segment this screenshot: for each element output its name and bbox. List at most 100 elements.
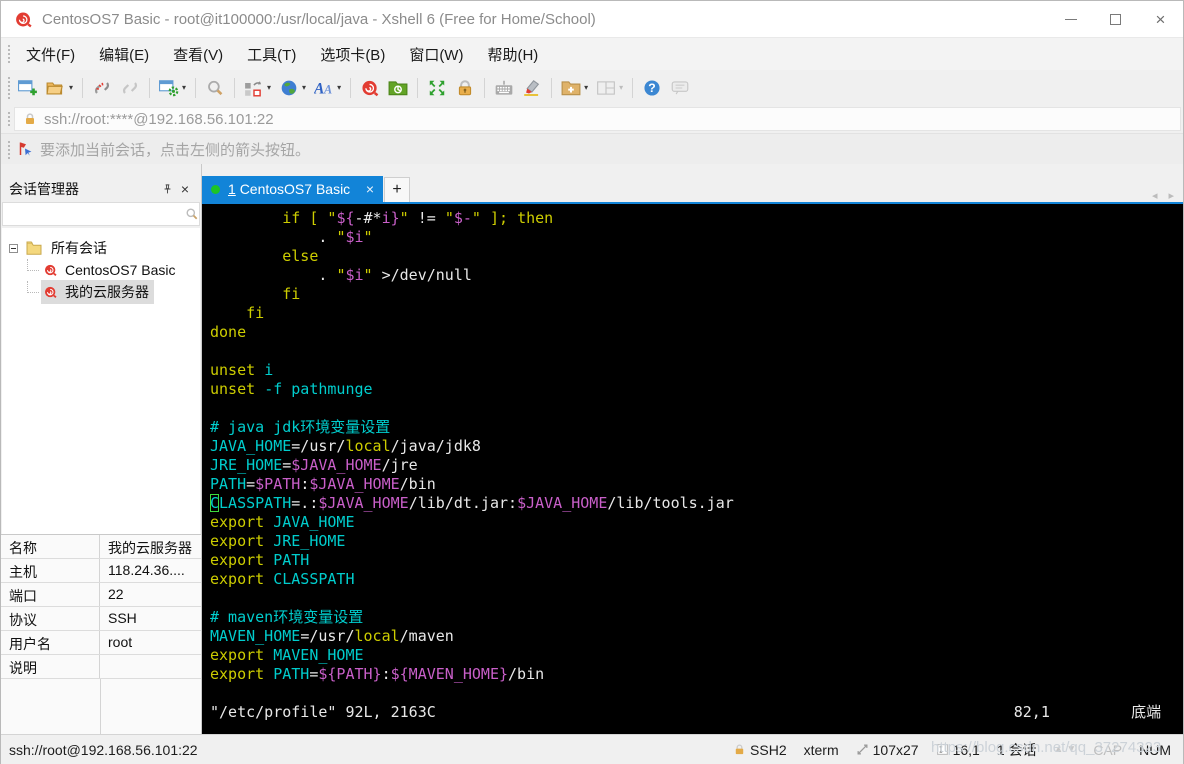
toolbar-separator	[484, 77, 486, 98]
terminal-line: export PATH=${PATH}:${MAVEN_HOME}/bin	[210, 665, 545, 683]
session-manager-panel: 会话管理器 × 所有会话 CentosOS7 Basic 我的云服务器 名称 我的云…	[1, 164, 202, 734]
feedback-chat-icon	[671, 80, 689, 94]
property-value: root	[108, 634, 133, 650]
open-session-button[interactable]: ▾	[42, 75, 77, 101]
chevron-down-icon: ▾	[337, 83, 342, 92]
menu-item-tab[interactable]: 选项卡(B)	[308, 40, 397, 69]
status-right-cluster: SSH2 xterm 107x27 16,1 1 会话 ▲ ▼ CAP NUM	[733, 740, 1171, 760]
new-file-folder-icon	[561, 80, 581, 95]
help-icon: ?	[644, 79, 660, 96]
menu-item-tools[interactable]: 工具(T)	[235, 40, 308, 69]
menu-item-help[interactable]: 帮助(H)	[475, 40, 550, 69]
lock-screen-button[interactable]	[451, 75, 479, 101]
tab-close-icon[interactable]: ×	[366, 181, 374, 197]
panel-gap	[1, 164, 201, 176]
maximize-button[interactable]	[1093, 1, 1138, 37]
property-value: 118.24.36....	[108, 562, 185, 578]
toolbar-grip[interactable]	[6, 75, 11, 100]
session-shell-icon	[45, 286, 57, 298]
address-url: ssh://root:****@192.168.56.101:22	[44, 110, 274, 128]
new-file-button[interactable]: ▾	[557, 75, 592, 101]
menu-bar-grip[interactable]	[6, 43, 11, 65]
new-session-button[interactable]	[14, 75, 42, 101]
session-search-box	[2, 202, 200, 226]
terminal-line: # java jdk环境变量设置	[210, 418, 391, 436]
menu-item-file[interactable]: 文件(F)	[14, 40, 87, 69]
property-label: 说明	[1, 655, 100, 678]
address-field[interactable]: ssh://root:****@192.168.56.101:22	[14, 107, 1181, 131]
chevron-down-icon: ▾	[619, 83, 624, 92]
connected-status-dot	[211, 184, 220, 194]
toolbar-separator	[350, 77, 352, 98]
address-bar-grip[interactable]	[6, 110, 11, 128]
xshell-button[interactable]	[356, 75, 384, 101]
globe-icon	[281, 80, 297, 95]
toolbar-separator	[149, 77, 151, 98]
fonts-button[interactable]: A A ▾	[310, 75, 345, 101]
property-row: 端口 22	[1, 583, 201, 607]
xftp-button[interactable]	[384, 75, 412, 101]
terminal-line: # maven环境变量设置	[210, 608, 364, 626]
arrow-up-icon: ▲	[1053, 744, 1064, 755]
session-item[interactable]: 我的云服务器	[2, 280, 200, 304]
find-button[interactable]	[201, 75, 229, 101]
tree-connector	[27, 281, 39, 293]
arrow-down-icon: ▼	[1066, 744, 1077, 755]
disconnect-button[interactable]	[88, 75, 116, 101]
session-label: CentosOS7 Basic	[65, 262, 176, 278]
arrange-transfer-button[interactable]: ▾	[240, 75, 275, 101]
tab-scroll-right-icon[interactable]: ▸	[1168, 189, 1174, 202]
virtual-keyboard-button[interactable]	[490, 75, 518, 101]
terminal-screen[interactable]: if [ "${-#*i}" != "$-" ]; then . "$i" el…	[202, 204, 1183, 734]
tab-scroll-left-icon[interactable]: ◂	[1152, 189, 1158, 202]
session-properties-button[interactable]: ▾	[155, 75, 190, 101]
close-icon: ×	[180, 181, 190, 197]
feedback-button[interactable]	[666, 75, 694, 101]
close-panel-button[interactable]: ×	[176, 181, 194, 197]
session-item[interactable]: CentosOS7 Basic	[2, 259, 200, 281]
terminal-line: else	[282, 247, 319, 265]
session-tree-root[interactable]: 所有会话	[2, 237, 200, 259]
terminal-line: JAVA_HOME=/usr/local/java/jdk8	[210, 437, 481, 455]
pin-icon	[164, 184, 170, 194]
web-browser-button[interactable]: ▾	[275, 75, 310, 101]
fullscreen-button[interactable]	[423, 75, 451, 101]
tab-centosos7-basic[interactable]: 1 CentosOS7 Basic ×	[202, 176, 383, 202]
highlighter-button[interactable]	[518, 75, 546, 101]
new-tab-button[interactable]: +	[384, 177, 410, 202]
session-search-input[interactable]	[3, 206, 185, 222]
minimize-button[interactable]	[1048, 1, 1093, 37]
xftp-icon	[388, 80, 408, 95]
toolbar-separator	[195, 77, 197, 98]
lock-icon	[458, 79, 472, 95]
pin-panel-button[interactable]	[158, 183, 176, 195]
window-title: CentosOS7 Basic - root@it100000:/usr/loc…	[42, 10, 596, 28]
property-label: 用户名	[1, 631, 100, 654]
status-screen-size: 107x27	[856, 742, 919, 758]
close-button[interactable]: ×	[1138, 1, 1183, 37]
collapse-expander-icon[interactable]	[9, 243, 18, 253]
notice-bar-grip[interactable]	[6, 139, 11, 159]
menu-item-window[interactable]: 窗口(W)	[397, 40, 475, 69]
menu-item-view[interactable]: 查看(V)	[161, 40, 235, 69]
svg-text:A: A	[314, 80, 324, 96]
reconnect-icon	[122, 81, 138, 94]
address-bar: ssh://root:****@192.168.56.101:22	[1, 105, 1183, 133]
highlighter-icon	[524, 79, 540, 96]
tile-layout-button[interactable]: ▾	[592, 75, 627, 101]
status-session-count: 1 会话	[996, 741, 1037, 758]
folder-icon	[26, 241, 42, 255]
status-term-type: xterm	[803, 741, 839, 758]
menu-item-edit[interactable]: 编辑(E)	[87, 40, 161, 69]
reconnect-button[interactable]	[116, 75, 144, 101]
property-row: 用户名 root	[1, 631, 201, 655]
notice-bar: 要添加当前会话，点击左侧的箭头按钮。	[1, 133, 1183, 164]
notice-text: 要添加当前会话，点击左侧的箭头按钮。	[40, 141, 311, 159]
keyboard-icon	[495, 80, 513, 95]
arrange-transfer-icon	[245, 80, 262, 96]
help-button[interactable]: ?	[638, 75, 666, 101]
toolbar-separator	[234, 77, 236, 98]
session-root-label: 所有会话	[51, 240, 107, 256]
font-icon: AA	[314, 80, 332, 96]
